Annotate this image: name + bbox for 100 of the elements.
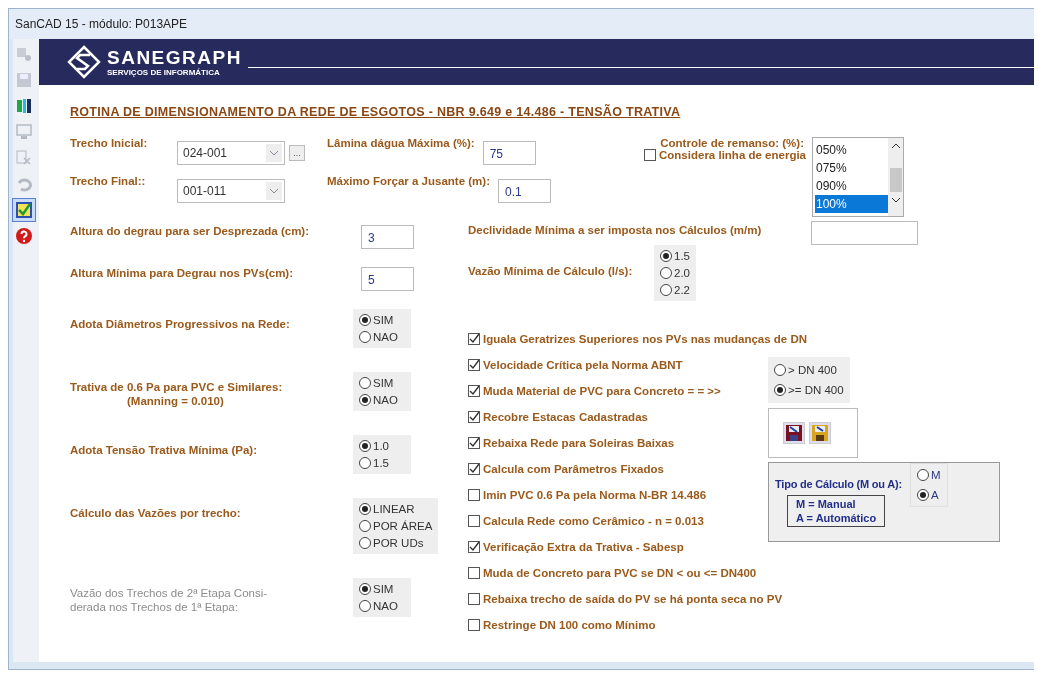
- checkbox-label: Muda de Concreto para PVC se DN < ou <= DN400: [483, 566, 757, 579]
- radio-button[interactable]: [660, 284, 672, 296]
- field-label: Trecho Inicial:: [70, 137, 149, 149]
- option-label: Adota Tensão Trativa Mínima (Pa):: [70, 443, 258, 457]
- option-label: derada nos Trechos de 1ª Etapa:: [70, 600, 239, 614]
- field-label: Trecho Final::: [70, 175, 147, 187]
- radio-label: SIM: [373, 314, 394, 326]
- list-item[interactable]: 100%: [815, 195, 888, 213]
- brand-name: SANEGRAPH: [107, 47, 242, 68]
- radio-button[interactable]: [359, 394, 371, 406]
- checkbox-label: Muda Material de PVC para Concreto = = >>: [483, 384, 721, 397]
- list-item[interactable]: 075%: [815, 159, 888, 177]
- save-button[interactable]: [809, 422, 831, 444]
- list-box[interactable]: 050% 075% 090% 100%: [812, 137, 904, 217]
- combo-box[interactable]: 024-001: [177, 141, 285, 165]
- radio-label: 2.2: [674, 284, 690, 296]
- checkbox[interactable]: [468, 514, 480, 527]
- radio-button[interactable]: [660, 250, 672, 262]
- checkbox-label: Rebaixa trecho de saída do PV se há ponta seca no PV: [483, 592, 783, 605]
- radio-button[interactable]: [359, 440, 371, 452]
- checkbox[interactable]: [468, 332, 480, 345]
- input-field[interactable]: 5: [361, 267, 414, 291]
- radio-label: SIM: [373, 377, 394, 389]
- input-field[interactable]: 75: [482, 141, 536, 165]
- field-label: Controle de remanso: (%):: [660, 137, 804, 149]
- heading: ROTINA DE DIMENSIONAMENTO DA REDE DE ESGOTOS - NBR 9.649 e 14.486 - TENSÃO TRATIVA: [70, 105, 682, 119]
- radio-button[interactable]: [660, 267, 672, 279]
- checkbox[interactable]: [468, 436, 480, 449]
- help-icon[interactable]: [13, 225, 35, 247]
- radio-label: LINEAR: [373, 503, 415, 515]
- field-label: Altura Mínima para Degrau nos PVs(cm):: [70, 266, 295, 281]
- legend-text: A = Automático: [796, 510, 877, 525]
- radio-label: 1.5: [674, 250, 690, 262]
- option-label: Cálculo das Vazões por trecho:: [70, 506, 242, 520]
- load-button[interactable]: [783, 422, 805, 444]
- radio-button[interactable]: [359, 537, 371, 549]
- list-item[interactable]: 090%: [815, 177, 888, 195]
- scrollbar[interactable]: [888, 138, 903, 216]
- field-label: Máximo Forçar a Jusante (m):: [327, 175, 490, 189]
- checkbox-label: Iguala Geratrizes Superiores nos PVs nas mudanças de DN: [483, 332, 808, 345]
- checkbox-label: Calcula Rede como Cerâmico - n = 0.013: [483, 514, 704, 527]
- checkbox-label: Recobre Estacas Cadastradas: [483, 410, 648, 423]
- checkbox[interactable]: [468, 488, 480, 501]
- radio-label: A: [931, 489, 939, 501]
- radio-label: > DN 400: [788, 364, 837, 376]
- radio-label: NAO: [373, 331, 398, 343]
- checkbox-icon[interactable]: [13, 199, 35, 221]
- checkbox[interactable]: [468, 462, 480, 475]
- radio-button[interactable]: [359, 331, 371, 343]
- window-title: SanCAD 15 - módulo: P013APE: [15, 17, 188, 31]
- checkbox-label: Restringe DN 100 como Mínimo: [483, 618, 656, 631]
- checkbox-label: Rebaixa Rede para Soleiras Baixas: [483, 436, 675, 449]
- radio-button[interactable]: [359, 314, 371, 326]
- option-label: Adota Diâmetros Progressivos na Rede:: [70, 317, 291, 331]
- combo-box[interactable]: 001-011: [177, 179, 285, 203]
- scroll-up-icon[interactable]: [891, 143, 900, 148]
- radio-label: 1.5: [373, 457, 389, 469]
- radio-button[interactable]: [917, 469, 929, 481]
- list-item[interactable]: 050%: [815, 141, 888, 159]
- radio-button[interactable]: [359, 377, 371, 389]
- checkbox[interactable]: [468, 540, 480, 553]
- radio-button[interactable]: [359, 520, 371, 532]
- radio-button[interactable]: [359, 503, 371, 515]
- scroll-down-icon[interactable]: [891, 198, 900, 203]
- checkbox-label: Imin PVC 0.6 Pa pela Norma N-BR 14.486: [483, 488, 707, 501]
- radio-button[interactable]: [774, 364, 786, 376]
- checkbox[interactable]: [468, 566, 480, 579]
- radio-label: M: [931, 469, 941, 481]
- radio-button[interactable]: [917, 489, 929, 501]
- radio-label: NAO: [373, 600, 398, 612]
- radio-button[interactable]: [359, 457, 371, 469]
- field-label: Altura do degrau para ser Desprezada (cm):: [70, 224, 310, 239]
- radio-button[interactable]: [774, 384, 786, 396]
- radio-label: 2.0: [674, 267, 690, 279]
- field-label: Tipo de Cálculo (M ou A):: [775, 477, 902, 490]
- checkbox[interactable]: [468, 358, 480, 371]
- field-label: Declividade Mínima a ser imposta nos Cálculos (m/m): [468, 223, 763, 236]
- field-label: Lâmina dágua Máxima (%):: [327, 137, 475, 151]
- radio-label: SIM: [373, 583, 394, 595]
- checkbox[interactable]: [468, 592, 480, 605]
- browse-button[interactable]: ...: [289, 145, 305, 161]
- checkbox-label: Velocidade Crítica pela Norma ABNT: [483, 358, 683, 371]
- field-label: Vazão Mínima de Cálculo (l/s):: [468, 264, 634, 279]
- input-field[interactable]: 0.1: [497, 179, 551, 203]
- radio-label: >= DN 400: [788, 384, 844, 396]
- input-field[interactable]: 3: [361, 225, 414, 249]
- checkbox-label: Calcula com Parâmetros Fixados: [483, 462, 664, 475]
- checkbox[interactable]: [468, 618, 480, 631]
- checkbox[interactable]: [644, 149, 656, 161]
- checkbox[interactable]: [468, 410, 480, 423]
- logo-icon: [67, 45, 101, 79]
- checkbox-label: Considera linha de energia: [659, 149, 806, 161]
- checkbox[interactable]: [468, 384, 480, 397]
- input-field[interactable]: [811, 221, 918, 245]
- checkbox-label: Verificação Extra da Trativa - Sabesp: [483, 540, 684, 553]
- option-label: Vazão dos Trechos de 2ª Etapa Consi-: [70, 586, 269, 600]
- brand-tagline: SERVIÇOS DE INFORMÁTICA: [107, 67, 221, 77]
- legend-text: M = Manual: [796, 496, 857, 511]
- radio-label: 1.0: [373, 440, 389, 452]
- radio-label: POR UDs: [373, 537, 424, 549]
